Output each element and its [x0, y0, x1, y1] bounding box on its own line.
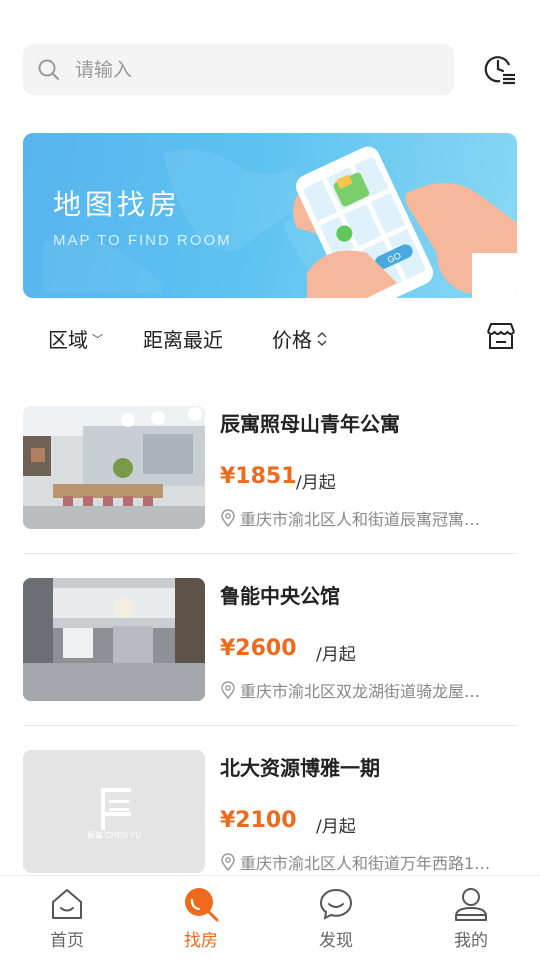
search-box[interactable] — [23, 44, 454, 95]
location-pin-icon — [221, 853, 235, 871]
listing-price-unit: /月起 — [296, 473, 336, 493]
listing-address-text: 重庆市渝北区人和街道万年西路1… — [240, 854, 491, 873]
user-icon — [455, 888, 487, 921]
listing-address-text: 重庆市渝北区双龙湖街道骑龙屋… — [240, 682, 481, 701]
filter-distance-label: 距离最近 — [143, 328, 223, 352]
divider — [23, 553, 517, 554]
listing-address: 重庆市渝北区人和街道万年西路1… — [220, 850, 517, 874]
search-input[interactable] — [75, 44, 435, 95]
tab-home-label: 首页 — [50, 931, 84, 951]
banner-title: 地图找房 — [53, 188, 182, 221]
find-house-icon — [185, 888, 219, 922]
listing-price-unit: /月起 — [316, 645, 356, 665]
listing-address-text: 重庆市渝北区人和街道辰寓冠寓… — [240, 510, 481, 529]
filter-area[interactable]: 区域 ﹀ — [48, 324, 103, 353]
tab-mine-label: 我的 — [454, 931, 488, 951]
listing-price: ¥2600 — [220, 636, 297, 661]
search-row — [23, 44, 517, 95]
chat-bubble-icon — [319, 888, 353, 920]
bottom-tab-bar: 首页 找房 发现 我的 — [0, 875, 540, 960]
location-pin-icon — [221, 681, 235, 699]
listing-price-unit: /月起 — [316, 817, 356, 837]
store-icon[interactable] — [485, 320, 517, 352]
search-icon — [38, 59, 59, 80]
listing-address: 重庆市渝北区人和街道辰寓冠寓… — [220, 506, 517, 530]
chevron-down-icon: ﹀ — [92, 332, 103, 346]
history-icon[interactable] — [483, 52, 517, 86]
listing-card[interactable]: 辰寓 CHEN YU 北大资源博雅一期 ¥2100 /月起 重庆市渝北区人和街道… — [23, 750, 517, 874]
tab-find[interactable]: 找房 — [161, 886, 241, 951]
listing-price: ¥1851 — [220, 464, 297, 489]
location-pin-icon — [221, 509, 235, 527]
phone-map-illustration: GO — [293, 146, 517, 298]
placeholder-logo-text: 辰寓 CHEN YU — [86, 831, 142, 840]
listing-photo — [23, 578, 205, 701]
chenyu-logo — [101, 788, 131, 830]
tab-discover-label: 发现 — [319, 931, 353, 951]
listing-name: 鲁能中央公馆 — [220, 584, 340, 608]
listing-card[interactable]: 辰寓照母山青年公寓 ¥1851 /月起 重庆市渝北区人和街道辰寓冠寓… — [23, 406, 517, 530]
tab-discover[interactable]: 发现 — [296, 886, 376, 951]
divider — [23, 725, 517, 726]
listing-photo — [23, 406, 205, 529]
map-find-room-banner[interactable]: 地图找房 MAP TO FIND ROOM GO — [23, 133, 517, 298]
filter-price[interactable]: 价格 — [272, 324, 328, 353]
listing-card[interactable]: 鲁能中央公馆 ¥2600 /月起 重庆市渝北区双龙湖街道骑龙屋… — [23, 578, 517, 702]
banner-subtitle: MAP TO FIND ROOM — [53, 232, 232, 249]
listing-name: 北大资源博雅一期 — [220, 756, 380, 780]
sort-arrows-icon — [317, 331, 327, 346]
filter-bar: 区域 ﹀ 距离最近 价格 — [23, 312, 517, 362]
listing-photo-placeholder: 辰寓 CHEN YU — [23, 750, 205, 873]
filter-area-label: 区域 — [48, 328, 88, 352]
filter-distance[interactable]: 距离最近 — [143, 324, 223, 353]
listing-price: ¥2100 — [220, 808, 297, 833]
filter-price-label: 价格 — [272, 328, 312, 352]
home-icon — [52, 889, 82, 919]
listing-name: 辰寓照母山青年公寓 — [220, 412, 400, 436]
tab-home[interactable]: 首页 — [27, 886, 107, 951]
listing-address: 重庆市渝北区双龙湖街道骑龙屋… — [220, 678, 517, 702]
tab-mine[interactable]: 我的 — [431, 886, 511, 951]
tab-find-label: 找房 — [184, 931, 218, 951]
